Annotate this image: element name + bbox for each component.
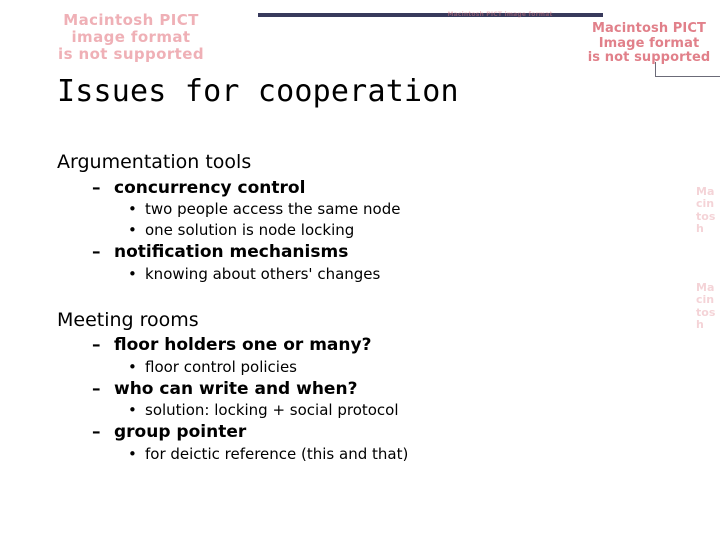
outline-item: – concurrency control bbox=[0, 177, 720, 199]
slide-body: Argumentation tools – concurrency control… bbox=[0, 150, 720, 465]
outline-subitem: • knowing about others' changes bbox=[0, 264, 720, 285]
outline-subitem: • one solution is node locking bbox=[0, 220, 720, 241]
dot-bullet-icon: • bbox=[128, 444, 137, 463]
outline-item-label: group pointer bbox=[114, 422, 247, 443]
outline-item-label: floor holders one or many? bbox=[114, 335, 372, 356]
outline-item: – floor holders one or many? bbox=[0, 334, 720, 356]
outline-item-label: who can write and when? bbox=[114, 378, 358, 399]
dot-bullet-icon: • bbox=[128, 221, 137, 240]
slide-title: Issues for cooperation bbox=[57, 74, 459, 109]
dot-bullet-icon: • bbox=[128, 264, 137, 283]
outline-item-label: concurrency control bbox=[114, 177, 306, 198]
dash-bullet-icon: – bbox=[92, 378, 101, 399]
outline-subitem: • for deictic reference (this and that) bbox=[0, 444, 720, 465]
outline-subitem-label: for deictic reference (this and that) bbox=[145, 444, 409, 463]
pict-placeholder-top-right: Macintosh PICT Image format is not suppo… bbox=[587, 21, 711, 66]
outline-item: – group pointer bbox=[0, 421, 720, 443]
outline-subitem-label: two people access the same node bbox=[145, 200, 401, 219]
section-heading: Meeting rooms bbox=[57, 308, 199, 331]
dot-bullet-icon: • bbox=[128, 401, 137, 420]
dot-bullet-icon: • bbox=[128, 200, 137, 219]
dash-bullet-icon: – bbox=[92, 242, 101, 263]
dash-bullet-icon: – bbox=[92, 177, 101, 198]
pict-placeholder-top-left: Macintosh PICT image format is not suppo… bbox=[58, 11, 204, 63]
section-heading: Argumentation tools bbox=[57, 151, 252, 173]
image-frame-corner bbox=[655, 62, 720, 77]
outline-item-label: notification mechanisms bbox=[114, 242, 349, 263]
dot-bullet-icon: • bbox=[128, 357, 137, 376]
dash-bullet-icon: – bbox=[92, 335, 101, 356]
outline-subitem: • two people access the same node bbox=[0, 199, 720, 220]
slide-canvas: Macintosh PICT image format is not suppo… bbox=[0, 0, 720, 540]
outline-item: – who can write and when? bbox=[0, 378, 720, 400]
outline-subitem-label: solution: locking + social protocol bbox=[145, 401, 399, 420]
outline-subitem: • solution: locking + social protocol bbox=[0, 400, 720, 421]
pict-placeholder-mid-rule: Macintosh PICT image format bbox=[447, 11, 553, 18]
outline-item: – notification mechanisms bbox=[0, 241, 720, 263]
outline-subitem: • floor control policies bbox=[0, 357, 720, 378]
outline-subitem-label: floor control policies bbox=[145, 357, 297, 376]
outline-subitem-label: knowing about others' changes bbox=[145, 264, 381, 283]
dash-bullet-icon: – bbox=[92, 422, 101, 443]
outline-subitem-label: one solution is node locking bbox=[145, 221, 355, 240]
